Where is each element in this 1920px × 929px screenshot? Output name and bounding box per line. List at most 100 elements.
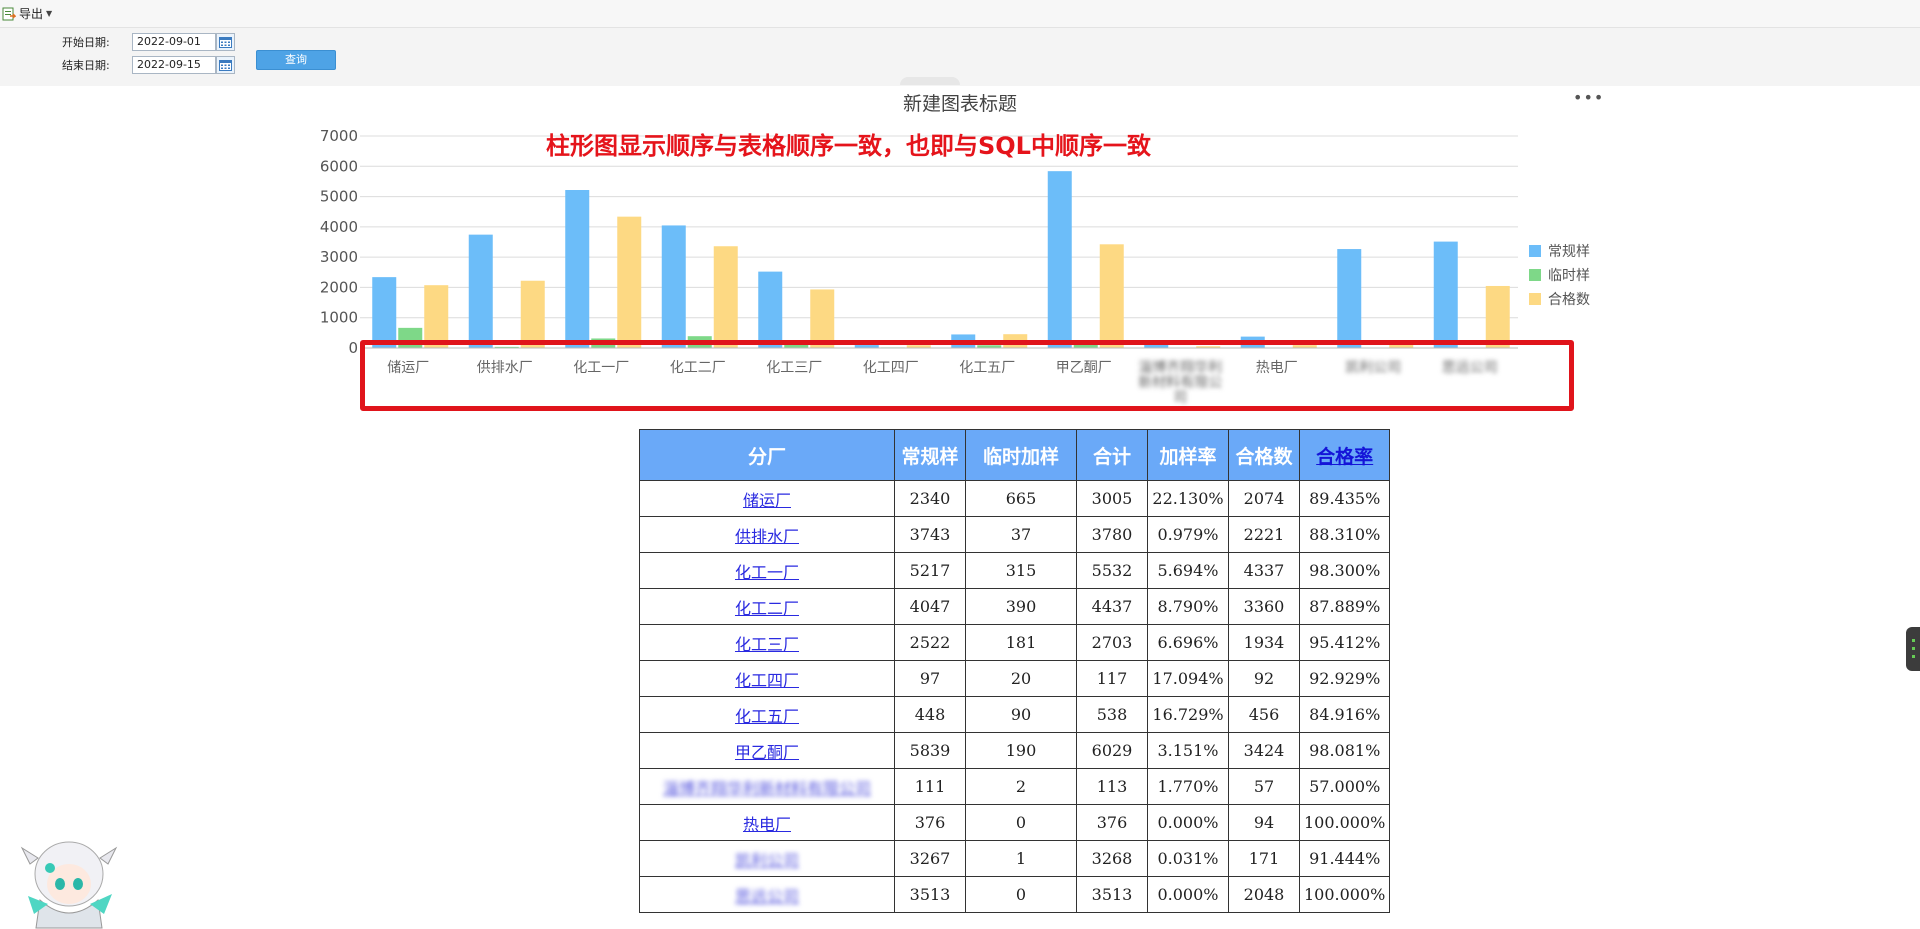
bar[interactable] (520, 280, 545, 348)
table-cell: 17.094% (1147, 660, 1229, 697)
table-cell: 190 (965, 732, 1077, 769)
y-tick-label: 5000 (320, 188, 358, 206)
table-cell: 6.696% (1147, 624, 1229, 661)
table-row: 储运厂 2340 665 3005 22.130% 2074 89.435% (639, 480, 1391, 517)
table-cell: 4047 (894, 588, 966, 625)
table-row: 化工一厂 5217 315 5532 5.694% 4337 98.300% (639, 552, 1391, 589)
table-cell: 5532 (1076, 552, 1148, 589)
more-options-icon[interactable]: ••• (1573, 90, 1603, 106)
table-row: 化工三厂 2522 181 2703 6.696% 1934 95.412% (639, 624, 1391, 661)
export-button[interactable]: 导出 ▼ (2, 4, 52, 23)
annotation-text: 柱形图显示顺序与表格顺序一致，也即与SQL中顺序一致 (546, 132, 1151, 160)
factory-link[interactable]: 供排水厂 (735, 527, 799, 546)
factory-link[interactable]: 思远公司 (735, 887, 799, 906)
table-cell: 448 (894, 696, 966, 733)
table-cell: 94 (1228, 804, 1300, 841)
bar[interactable] (565, 189, 590, 348)
table-cell: 0.979% (1147, 516, 1229, 553)
calendar-icon[interactable] (216, 56, 235, 74)
factory-link[interactable]: 化工五厂 (735, 707, 799, 726)
bar[interactable] (1433, 241, 1458, 348)
table-cell: 92.929% (1298, 660, 1391, 697)
table-cell: 0.031% (1147, 840, 1229, 877)
table-cell: 1934 (1228, 624, 1300, 661)
factory-link[interactable]: 化工一厂 (735, 563, 799, 582)
table-cell: 111 (894, 768, 966, 805)
legend-swatch[interactable] (1529, 293, 1541, 305)
bar[interactable] (1337, 249, 1362, 348)
table-cell: 0 (965, 876, 1077, 913)
factory-cell: 储运厂 (639, 480, 895, 517)
table-cell: 97 (894, 660, 966, 697)
bar[interactable] (1099, 244, 1124, 348)
factory-link[interactable]: 热电厂 (743, 815, 791, 834)
factory-link[interactable]: 化工四厂 (735, 671, 799, 690)
table-cell: 57 (1228, 768, 1300, 805)
table-cell: 98.300% (1298, 552, 1391, 589)
sort-link[interactable]: 合格率 (1316, 446, 1373, 468)
table-cell: 95.412% (1298, 624, 1391, 661)
end-date-label: 结束日期: (62, 59, 110, 72)
toolbar: 导出 ▼ (0, 0, 1920, 28)
table-cell: 3005 (1076, 480, 1148, 517)
table-cell: 3360 (1228, 588, 1300, 625)
table-cell: 171 (1228, 840, 1300, 877)
table-cell: 2703 (1076, 624, 1148, 661)
factory-link[interactable]: 化工三厂 (735, 635, 799, 654)
factory-cell: 化工五厂 (639, 696, 895, 733)
table-cell: 20 (965, 660, 1077, 697)
bar[interactable] (1485, 285, 1510, 348)
table-cell: 1 (965, 840, 1077, 877)
table-cell: 315 (965, 552, 1077, 589)
bar[interactable] (713, 246, 738, 348)
collapse-handle[interactable] (900, 77, 960, 85)
bar[interactable] (372, 277, 397, 348)
factory-cell: 热电厂 (639, 804, 895, 841)
column-header: 合计 (1076, 429, 1148, 481)
side-panel-handle[interactable] (1906, 627, 1920, 671)
column-header: 加样率 (1147, 429, 1229, 481)
bar[interactable] (661, 225, 686, 348)
table-row: 淄博齐翔华利新材料有限公司 111 2 113 1.770% 57 57.000% (639, 768, 1391, 805)
legend-swatch[interactable] (1529, 269, 1541, 281)
end-date-input[interactable]: 2022-09-15 (132, 56, 216, 74)
bar[interactable] (617, 216, 642, 348)
table-cell: 16.729% (1147, 696, 1229, 733)
legend-swatch[interactable] (1529, 245, 1541, 257)
factory-link[interactable]: 储运厂 (743, 491, 791, 510)
table-cell: 2048 (1228, 876, 1300, 913)
table-cell: 3513 (1076, 876, 1148, 913)
factory-cell: 化工四厂 (639, 660, 895, 697)
bar[interactable] (468, 234, 493, 348)
factory-link[interactable]: 凯利公司 (735, 851, 799, 870)
y-tick-label: 3000 (320, 248, 358, 266)
table-cell: 5217 (894, 552, 966, 589)
table-row: 热电厂 376 0 376 0.000% 94 100.000% (639, 804, 1391, 841)
table-cell: 4337 (1228, 552, 1300, 589)
table-cell: 2 (965, 768, 1077, 805)
factory-link[interactable]: 化工二厂 (735, 599, 799, 618)
sortable-column-header[interactable]: 合格率 (1298, 429, 1391, 481)
factory-link[interactable]: 甲乙酮厂 (735, 743, 799, 762)
factory-cell: 化工二厂 (639, 588, 895, 625)
table-cell: 665 (965, 480, 1077, 517)
start-date-input[interactable]: 2022-09-01 (132, 33, 216, 51)
bar[interactable] (1047, 171, 1072, 348)
column-header: 临时加样 (965, 429, 1077, 481)
table-cell: 2340 (894, 480, 966, 517)
table-cell: 5.694% (1147, 552, 1229, 589)
table-cell: 91.444% (1298, 840, 1391, 877)
legend-label[interactable]: 合格数 (1548, 292, 1590, 308)
table-cell: 37 (965, 516, 1077, 553)
calendar-icon[interactable] (216, 33, 235, 51)
legend-label[interactable]: 常规样 (1548, 244, 1590, 260)
factory-cell: 供排水厂 (639, 516, 895, 553)
bar[interactable] (424, 285, 449, 348)
factory-cell: 甲乙酮厂 (639, 732, 895, 769)
factory-link[interactable]: 淄博齐翔华利新材料有限公司 (663, 779, 871, 798)
query-button[interactable]: 查询 (256, 50, 336, 70)
bar[interactable] (758, 271, 783, 348)
column-header: 分厂 (639, 429, 895, 481)
legend-label[interactable]: 临时样 (1548, 268, 1590, 284)
table-cell: 3424 (1228, 732, 1300, 769)
